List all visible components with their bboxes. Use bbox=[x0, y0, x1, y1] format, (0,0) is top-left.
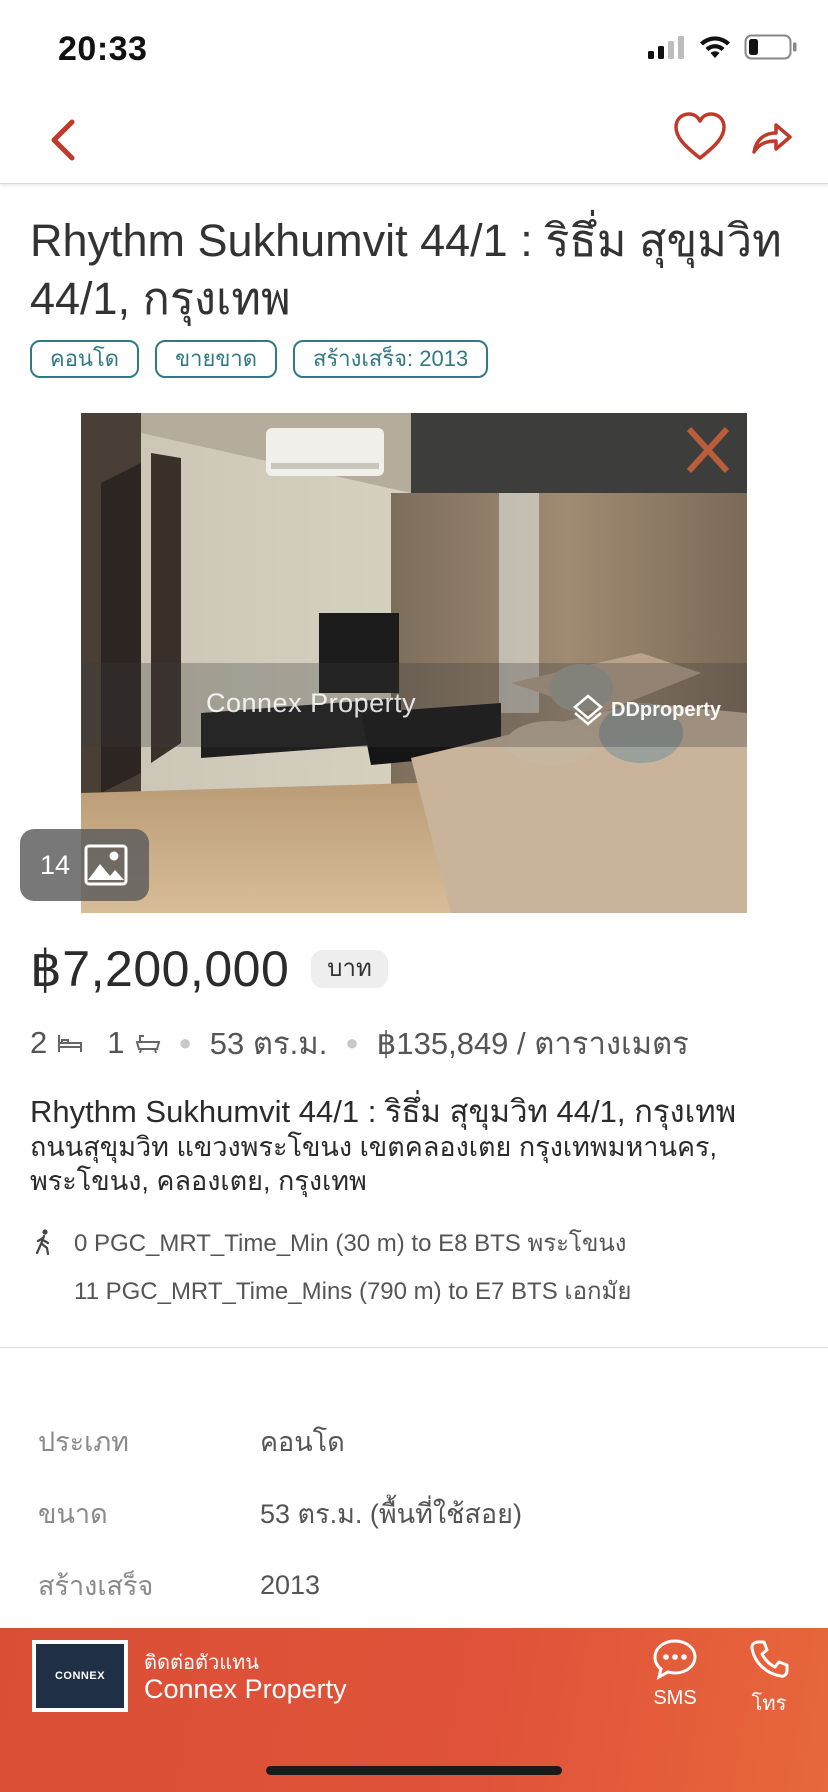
detail-value: คอนโด bbox=[260, 1426, 345, 1457]
ddproperty-logo-icon bbox=[573, 694, 603, 726]
price-row: ฿7,200,000 บาท bbox=[30, 940, 388, 998]
bathtub-icon bbox=[135, 1035, 160, 1054]
section-divider bbox=[0, 1347, 828, 1348]
agent-name[interactable]: Connex Property bbox=[144, 1674, 347, 1705]
listing-price: ฿7,200,000 bbox=[30, 941, 290, 997]
agent-logo[interactable]: CONNEX bbox=[32, 1640, 128, 1712]
sms-label: SMS bbox=[653, 1687, 697, 1709]
listing-title: Rhythm Sukhumvit 44/1 : ริธึ่ม สุขุมวิท … bbox=[30, 215, 782, 324]
wifi-icon bbox=[700, 36, 730, 58]
agent-logo-text: CONNEX bbox=[36, 1644, 124, 1708]
tag-property-type: คอนโด bbox=[30, 340, 140, 378]
property-details: ประเภท คอนโด ขนาด 53 ตร.ม. (พื้นที่ใช้สอ… bbox=[38, 1405, 798, 1621]
listing-area: 53 ตร.ม. bbox=[209, 1026, 328, 1061]
detail-row-size: ขนาด 53 ตร.ม. (พื้นที่ใช้สอย) bbox=[38, 1477, 798, 1549]
phone-icon bbox=[750, 1640, 789, 1678]
listing-photo[interactable]: Connex Property DDproperty bbox=[81, 413, 747, 913]
cellular-signal-icon bbox=[648, 36, 684, 59]
separator-dot: ● bbox=[178, 1030, 192, 1055]
chat-bubble-icon bbox=[653, 1639, 697, 1680]
detail-label: สร้างเสร็จ bbox=[38, 1570, 154, 1601]
photo-count: 14 bbox=[40, 849, 71, 880]
watermark-ddproperty: DDproperty bbox=[571, 693, 721, 727]
bathrooms-count: 1 bbox=[107, 1025, 125, 1060]
detail-label: ประเภท bbox=[38, 1426, 129, 1457]
tag-sale-type: ขายขาด bbox=[155, 340, 278, 378]
nav-bar bbox=[0, 96, 828, 184]
status-time: 20:33 bbox=[58, 30, 148, 68]
tag-completed: สร้างเสร็จ: 2013 bbox=[293, 340, 489, 378]
call-label: โทร bbox=[751, 1693, 787, 1715]
back-button[interactable] bbox=[40, 114, 92, 166]
detail-value: 53 ตร.ม. (พื้นที่ใช้สอย) bbox=[260, 1498, 522, 1529]
transit-row: 11 PGC_MRT_Time_Mins (790 m) to E7 BTS เ… bbox=[34, 1266, 631, 1314]
chevron-left-icon bbox=[51, 119, 75, 161]
watermark-connex: Connex Property bbox=[206, 688, 417, 718]
address-title: Rhythm Sukhumvit 44/1 : ริธึ่ม สุขุมวิท … bbox=[30, 1094, 737, 1129]
battery-icon bbox=[744, 34, 797, 60]
gallery-icon bbox=[84, 844, 128, 886]
sms-button[interactable]: SMS bbox=[652, 1638, 698, 1710]
separator-dot: ● bbox=[345, 1030, 359, 1055]
listing-tags: คอนโด ขายขาด สร้างเสร็จ: 2013 bbox=[30, 340, 489, 378]
status-bar: 20:33 bbox=[0, 0, 828, 96]
bed-icon bbox=[58, 1035, 83, 1052]
walking-icon bbox=[34, 1229, 74, 1255]
transit-text: 11 PGC_MRT_Time_Mins (790 m) to E7 BTS เ… bbox=[74, 1277, 632, 1305]
transit-info: 0 PGC_MRT_Time_Min (30 m) to E8 BTS พระโ… bbox=[34, 1218, 631, 1314]
share-button[interactable] bbox=[748, 114, 796, 162]
ddproperty-label: DDproperty bbox=[611, 698, 722, 721]
transit-text: 0 PGC_MRT_Time_Min (30 m) to E8 BTS พระโ… bbox=[74, 1229, 627, 1257]
connex-corner-logo-icon bbox=[686, 426, 730, 474]
status-icons bbox=[648, 34, 798, 60]
contact-bar: CONNEX ติดต่อตัวแทน Connex Property SMS … bbox=[0, 1628, 828, 1792]
heart-icon bbox=[674, 112, 726, 160]
favorite-button[interactable] bbox=[672, 110, 728, 166]
listing-specs: 2 1 ● 53 ตร.ม. ● ฿135,849 / ตารางเมตร bbox=[30, 1018, 689, 1068]
share-icon bbox=[752, 123, 792, 154]
home-indicator bbox=[266, 1766, 562, 1775]
call-button[interactable]: โทร bbox=[748, 1638, 790, 1719]
currency-badge: บาท bbox=[311, 950, 388, 988]
detail-row-type: ประเภท คอนโด bbox=[38, 1405, 798, 1477]
bedrooms-count: 2 bbox=[30, 1025, 48, 1060]
detail-value: 2013 bbox=[260, 1569, 321, 1600]
detail-row-completed: สร้างเสร็จ 2013 bbox=[38, 1549, 798, 1621]
room-photo-illustration bbox=[81, 413, 747, 913]
photo-count-button[interactable]: 14 bbox=[20, 829, 149, 901]
price-per-sqm: ฿135,849 / ตารางเมตร bbox=[376, 1026, 689, 1061]
address-detail: ถนนสุขุมวิท แขวงพระโขนง เขตคลองเตย กรุงเ… bbox=[30, 1132, 718, 1196]
transit-row: 0 PGC_MRT_Time_Min (30 m) to E8 BTS พระโ… bbox=[34, 1218, 631, 1266]
detail-label: ขนาด bbox=[38, 1498, 108, 1529]
